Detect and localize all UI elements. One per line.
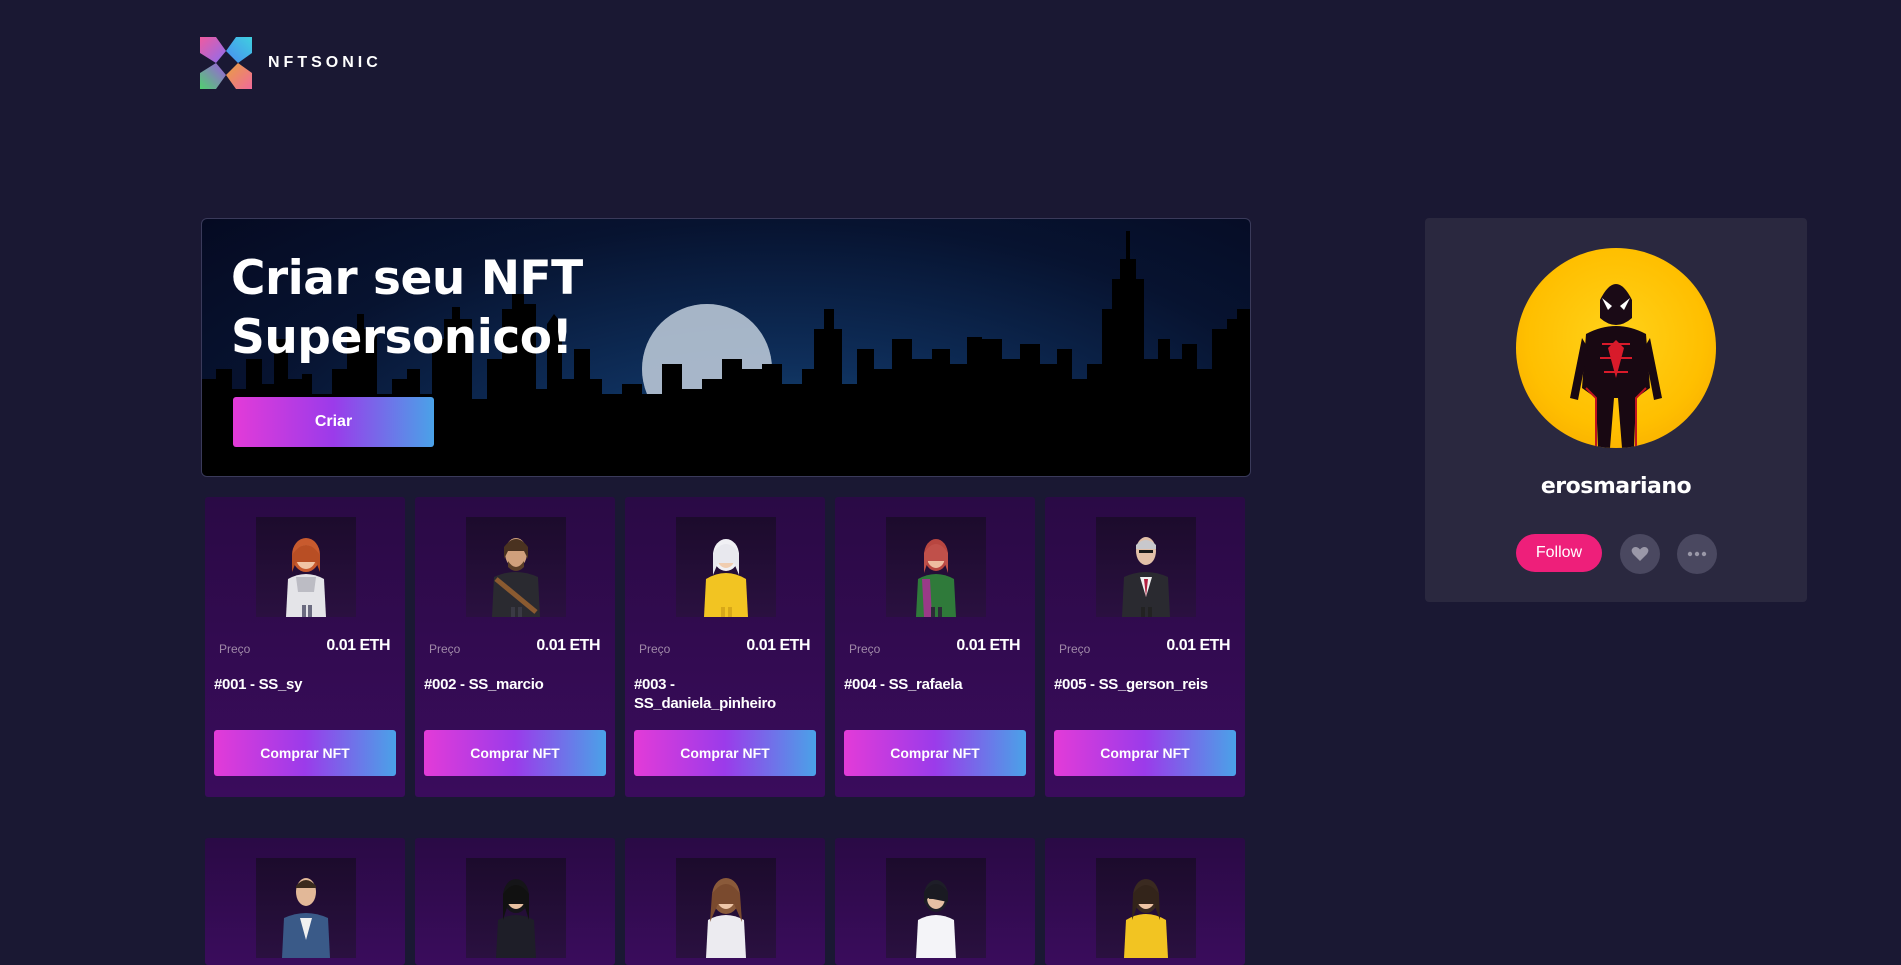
nft-card (205, 838, 405, 965)
buy-nft-button[interactable]: Comprar NFT (844, 730, 1026, 776)
price-label: Preço (429, 642, 461, 656)
nft-name: #001 - SS_sy (214, 676, 303, 693)
price-value: 0.01 ETH (746, 637, 810, 654)
price-value: 0.01 ETH (536, 637, 600, 654)
nft-image (466, 517, 566, 617)
nft-image (886, 858, 986, 958)
heart-icon (1631, 547, 1649, 561)
nft-name: #002 - SS_marcio (424, 676, 544, 693)
nft-image (1096, 517, 1196, 617)
buy-nft-button[interactable]: Comprar NFT (214, 730, 396, 776)
buy-nft-button[interactable]: Comprar NFT (1054, 730, 1236, 776)
nft-name: #004 - SS_rafaela (844, 676, 963, 693)
price-label: Preço (639, 642, 671, 656)
nft-image (676, 858, 776, 958)
buy-nft-button[interactable]: Comprar NFT (634, 730, 816, 776)
nft-card: Preço 0.01 ETH #004 - SS_rafaela Comprar… (835, 497, 1035, 797)
price-value: 0.01 ETH (326, 637, 390, 654)
nft-card: Preço 0.01 ETH #002 - SS_marcio Comprar … (415, 497, 615, 797)
brand-logo[interactable]: NFTSONIC (200, 37, 382, 89)
more-options-button[interactable] (1677, 534, 1717, 574)
nft-image (466, 858, 566, 958)
create-nft-banner: Criar seu NFT Supersonico! Criar (201, 218, 1251, 477)
nftsonic-logo-icon (200, 37, 252, 89)
nft-card: Preço 0.01 ETH #003 - SS_daniela_pinheir… (625, 497, 825, 797)
profile-username: erosmariano (1540, 474, 1692, 499)
more-dots-icon (1687, 551, 1707, 557)
nft-image (676, 517, 776, 617)
price-value: 0.01 ETH (1166, 637, 1230, 654)
nft-image (256, 517, 356, 617)
avatar[interactable] (1516, 248, 1716, 448)
buy-nft-button[interactable]: Comprar NFT (424, 730, 606, 776)
price-value: 0.01 ETH (956, 637, 1020, 654)
page: NFTSONIC Criar seu NFT Supersonico! Cria… (0, 0, 1901, 965)
follow-button[interactable]: Follow (1516, 534, 1602, 572)
nft-card: Preço 0.01 ETH #005 - SS_gerson_reis Com… (1045, 497, 1245, 797)
price-label: Preço (849, 642, 881, 656)
price-label: Preço (219, 642, 251, 656)
like-button[interactable] (1620, 534, 1660, 574)
hero-title: Criar seu NFT Supersonico! (231, 249, 583, 367)
nft-image (1096, 858, 1196, 958)
nft-image (256, 858, 356, 958)
nft-name: #005 - SS_gerson_reis (1054, 676, 1208, 693)
nft-card: Preço 0.01 ETH #001 - SS_sy Comprar NFT (205, 497, 405, 797)
nft-image (886, 517, 986, 617)
nft-card (835, 838, 1035, 965)
brand-name: NFTSONIC (268, 54, 382, 71)
hero-title-line-1: Criar seu NFT (231, 251, 583, 306)
nft-name: #003 - SS_daniela_pinheiro (634, 676, 776, 712)
hero-title-line-2: Supersonico! (231, 310, 573, 365)
nft-card (625, 838, 825, 965)
profile-panel: erosmariano Follow (1425, 218, 1807, 602)
create-button[interactable]: Criar (233, 397, 434, 447)
nft-card (1045, 838, 1245, 965)
price-label: Preço (1059, 642, 1091, 656)
nft-card (415, 838, 615, 965)
